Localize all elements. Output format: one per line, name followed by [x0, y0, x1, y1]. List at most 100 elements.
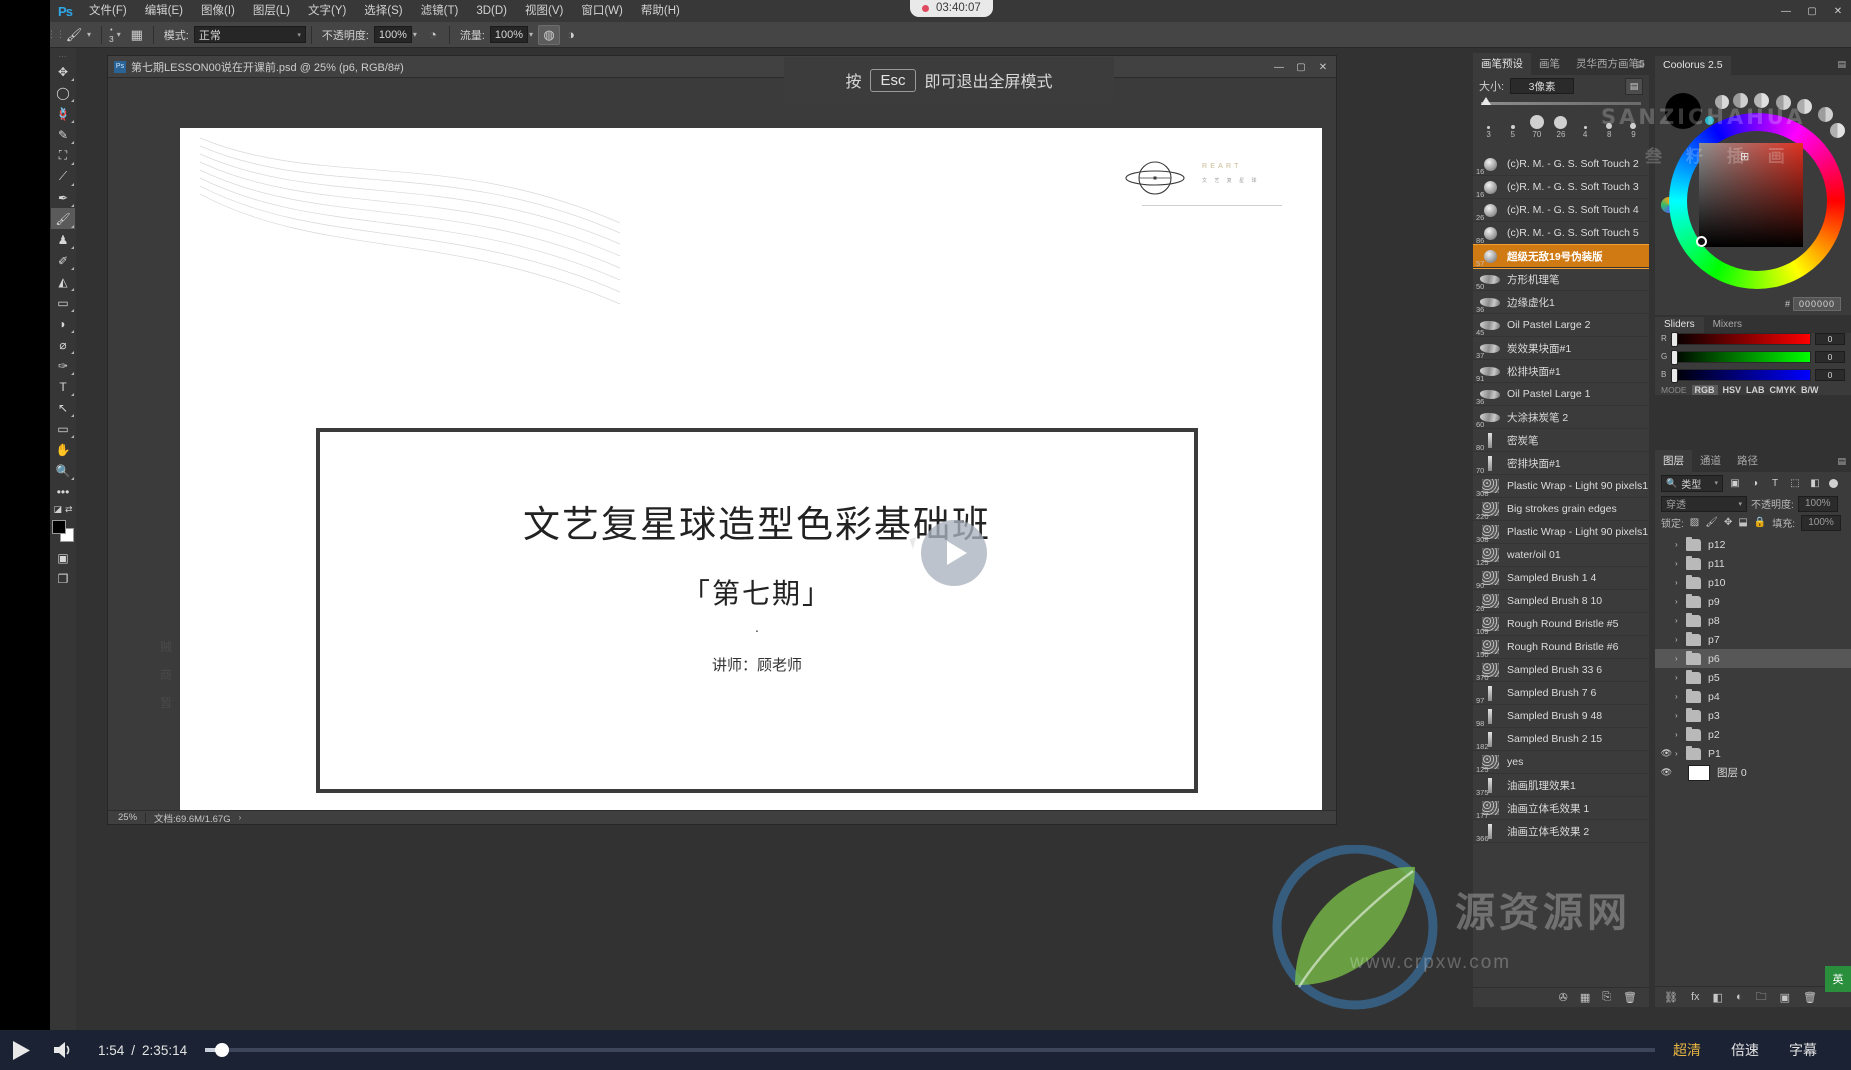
slider-track-g[interactable]: [1671, 351, 1811, 363]
brush-preset-item[interactable]: 86(c)R. M. - G. S. Soft Touch 5: [1473, 222, 1649, 245]
artboard[interactable]: REART 文 艺 复 星 球 文艺复星球造型色彩基础班 「第七期」 · 讲师：…: [180, 128, 1322, 810]
harmony-swatch[interactable]: [1715, 95, 1729, 109]
harmony-swatch[interactable]: [1830, 123, 1845, 138]
brush-preset-item[interactable]: 366油画立体毛效果 2: [1473, 820, 1649, 843]
new-preset-icon[interactable]: ▦: [1580, 991, 1590, 1004]
rectangle-tool[interactable]: ▭: [51, 418, 75, 439]
history-brush-tool[interactable]: ✐: [51, 250, 75, 271]
layer-row[interactable]: ›p4: [1655, 687, 1851, 706]
toggle-brush-panel-icon[interactable]: ▦: [126, 25, 148, 45]
brush-preset-item[interactable]: 375油画肌理效果1: [1473, 774, 1649, 797]
slider-track-r[interactable]: [1671, 333, 1811, 345]
canvas-area[interactable]: REART 文 艺 复 星 球 文艺复星球造型色彩基础班 「第七期」 · 讲师：…: [108, 78, 1336, 810]
delete-layer-icon[interactable]: 🗑: [1803, 991, 1817, 1004]
slider-value-g[interactable]: 0: [1815, 351, 1845, 363]
tab-channels[interactable]: 通道: [1692, 450, 1729, 472]
document-title[interactable]: 第七期LESSON00说在开课前.psd @ 25% (p6, RGB/8#): [131, 59, 404, 75]
mode-bw[interactable]: B/W: [1801, 385, 1819, 395]
layer-row[interactable]: ›p5: [1655, 668, 1851, 687]
menu-select[interactable]: 选择(S): [355, 0, 411, 22]
link-layers-icon[interactable]: ⛓: [1664, 991, 1678, 1004]
brush-preset-item[interactable]: 16(c)R. M. - G. S. Soft Touch 2: [1473, 153, 1649, 176]
adjustment-layer-icon[interactable]: ◐: [1736, 991, 1743, 1003]
strip-cell[interactable]: 3: [1477, 126, 1500, 139]
harmony-swatch[interactable]: [1797, 99, 1812, 114]
layers-panel-menu-icon[interactable]: ▤: [1837, 456, 1846, 467]
layer-row[interactable]: ›p2: [1655, 725, 1851, 744]
hex-field-group[interactable]: # 000000: [1785, 297, 1841, 311]
new-group-icon[interactable]: 🗀: [1756, 988, 1767, 1007]
layer-filter-kind-select[interactable]: 🔍 类型 ▾: [1661, 475, 1723, 492]
ime-language-badge[interactable]: 英: [1825, 966, 1851, 992]
zoom-level[interactable]: 25%: [108, 812, 145, 823]
layer-opacity-value[interactable]: 100%: [1798, 496, 1838, 512]
hex-value[interactable]: 000000: [1793, 297, 1841, 311]
slider-track-b[interactable]: [1671, 369, 1811, 381]
tab-brush-presets[interactable]: 画笔预设: [1473, 53, 1531, 75]
color-square-toggle-icon[interactable]: ⊞: [1740, 150, 1749, 163]
adjustment-filter-icon[interactable]: ◑: [1747, 475, 1763, 492]
edit-toolbar-button[interactable]: •••: [51, 481, 75, 502]
layer-row[interactable]: ›p10: [1655, 573, 1851, 592]
clone-stamp-tool[interactable]: ♟: [51, 229, 75, 250]
brush-preset-item[interactable]: 97Sampled Brush 7 6: [1473, 682, 1649, 705]
layer-blend-mode-select[interactable]: 穿透 ▾: [1661, 496, 1747, 512]
slider-thumb-g[interactable]: [1671, 350, 1678, 365]
lock-all-icon[interactable]: 🔒: [1754, 517, 1766, 528]
opacity-chevron-icon[interactable]: ▾: [412, 30, 422, 39]
brush-preset-item[interactable]: 150Rough Round Bristle #6: [1473, 636, 1649, 659]
slider-row-g[interactable]: G 0: [1655, 349, 1851, 364]
type-filter-icon[interactable]: T: [1767, 475, 1783, 492]
duplicate-icon[interactable]: ⎘: [1602, 991, 1611, 1004]
layer-row[interactable]: ›p9: [1655, 592, 1851, 611]
pen-tool[interactable]: ✑: [51, 355, 75, 376]
brush-preset-item[interactable]: 36边缘虚化1: [1473, 291, 1649, 314]
brush-size-slider-thumb[interactable]: [1481, 97, 1491, 105]
menu-filter[interactable]: 滤镜(T): [412, 0, 468, 22]
pressure-opacity-icon[interactable]: ◔: [422, 25, 444, 45]
brush-preset-item[interactable]: 90Sampled Brush 1 4: [1473, 567, 1649, 590]
layer-row[interactable]: ›p11: [1655, 554, 1851, 573]
expand-group-icon[interactable]: ›: [1675, 730, 1686, 739]
smart-object-filter-icon[interactable]: ◧: [1807, 475, 1823, 492]
path-selection-tool[interactable]: ↖: [51, 397, 75, 418]
opacity-input[interactable]: 100%: [374, 26, 412, 43]
pixel-filter-icon[interactable]: ▣: [1727, 475, 1743, 492]
menu-type[interactable]: 文字(Y): [299, 0, 355, 22]
brush-preset-item[interactable]: 182Sampled Brush 2 15: [1473, 728, 1649, 751]
brush-preset-list[interactable]: 16(c)R. M. - G. S. Soft Touch 216(c)R. M…: [1473, 153, 1649, 987]
delete-icon[interactable]: 🗑: [1623, 991, 1637, 1004]
slider-value-b[interactable]: 0: [1815, 369, 1845, 381]
expand-group-icon[interactable]: ›: [1675, 692, 1686, 701]
quick-selection-tool[interactable]: ✎: [51, 124, 75, 145]
blend-mode-select[interactable]: 正常 ▾: [194, 26, 306, 43]
layer-row[interactable]: ›p8: [1655, 611, 1851, 630]
status-expand-icon[interactable]: ›: [239, 813, 242, 822]
brush-preset-item[interactable]: 45Oil Pastel Large 2: [1473, 314, 1649, 337]
strip-cell[interactable]: 8: [1598, 123, 1621, 139]
brush-preset-item[interactable]: 308Plastic Wrap - Light 90 pixels1: [1473, 521, 1649, 544]
expand-group-icon[interactable]: ›: [1675, 597, 1686, 606]
brush-preset-item[interactable]: 109Rough Round Bristle #5: [1473, 613, 1649, 636]
menu-3d[interactable]: 3D(D): [467, 0, 516, 22]
expand-group-icon[interactable]: ›: [1675, 673, 1686, 682]
strip-cell[interactable]: 26: [1549, 116, 1572, 139]
layer-list[interactable]: ›p12›p11›p10›p9›p8›p7›p6›p5›p4›p3›p2👁›P1…: [1655, 535, 1851, 986]
brush-tool[interactable]: 🖌: [51, 208, 75, 229]
healing-brush-tool[interactable]: ✒: [51, 187, 75, 208]
strip-cell[interactable]: 70: [1525, 115, 1548, 139]
layer-row[interactable]: ›p6: [1655, 649, 1851, 668]
eraser-tool[interactable]: ◭: [51, 271, 75, 292]
strip-cell[interactable]: 4: [1574, 126, 1597, 139]
coolorus-menu-icon[interactable]: ▤: [1837, 59, 1846, 70]
slider-row-b[interactable]: B 0: [1655, 367, 1851, 382]
expand-group-icon[interactable]: ›: [1675, 749, 1686, 758]
player-subtitles-button[interactable]: 字幕: [1789, 1040, 1817, 1060]
document-minimize-button[interactable]: —: [1268, 56, 1290, 78]
harmony-swatch[interactable]: [1818, 107, 1833, 122]
play-button[interactable]: [0, 1030, 42, 1070]
quick-mask-mode-icon[interactable]: ▣: [51, 547, 75, 568]
layer-row[interactable]: ›p3: [1655, 706, 1851, 725]
brush-preset-item[interactable]: 26Sampled Brush 8 10: [1473, 590, 1649, 613]
menu-help[interactable]: 帮助(H): [632, 0, 689, 22]
